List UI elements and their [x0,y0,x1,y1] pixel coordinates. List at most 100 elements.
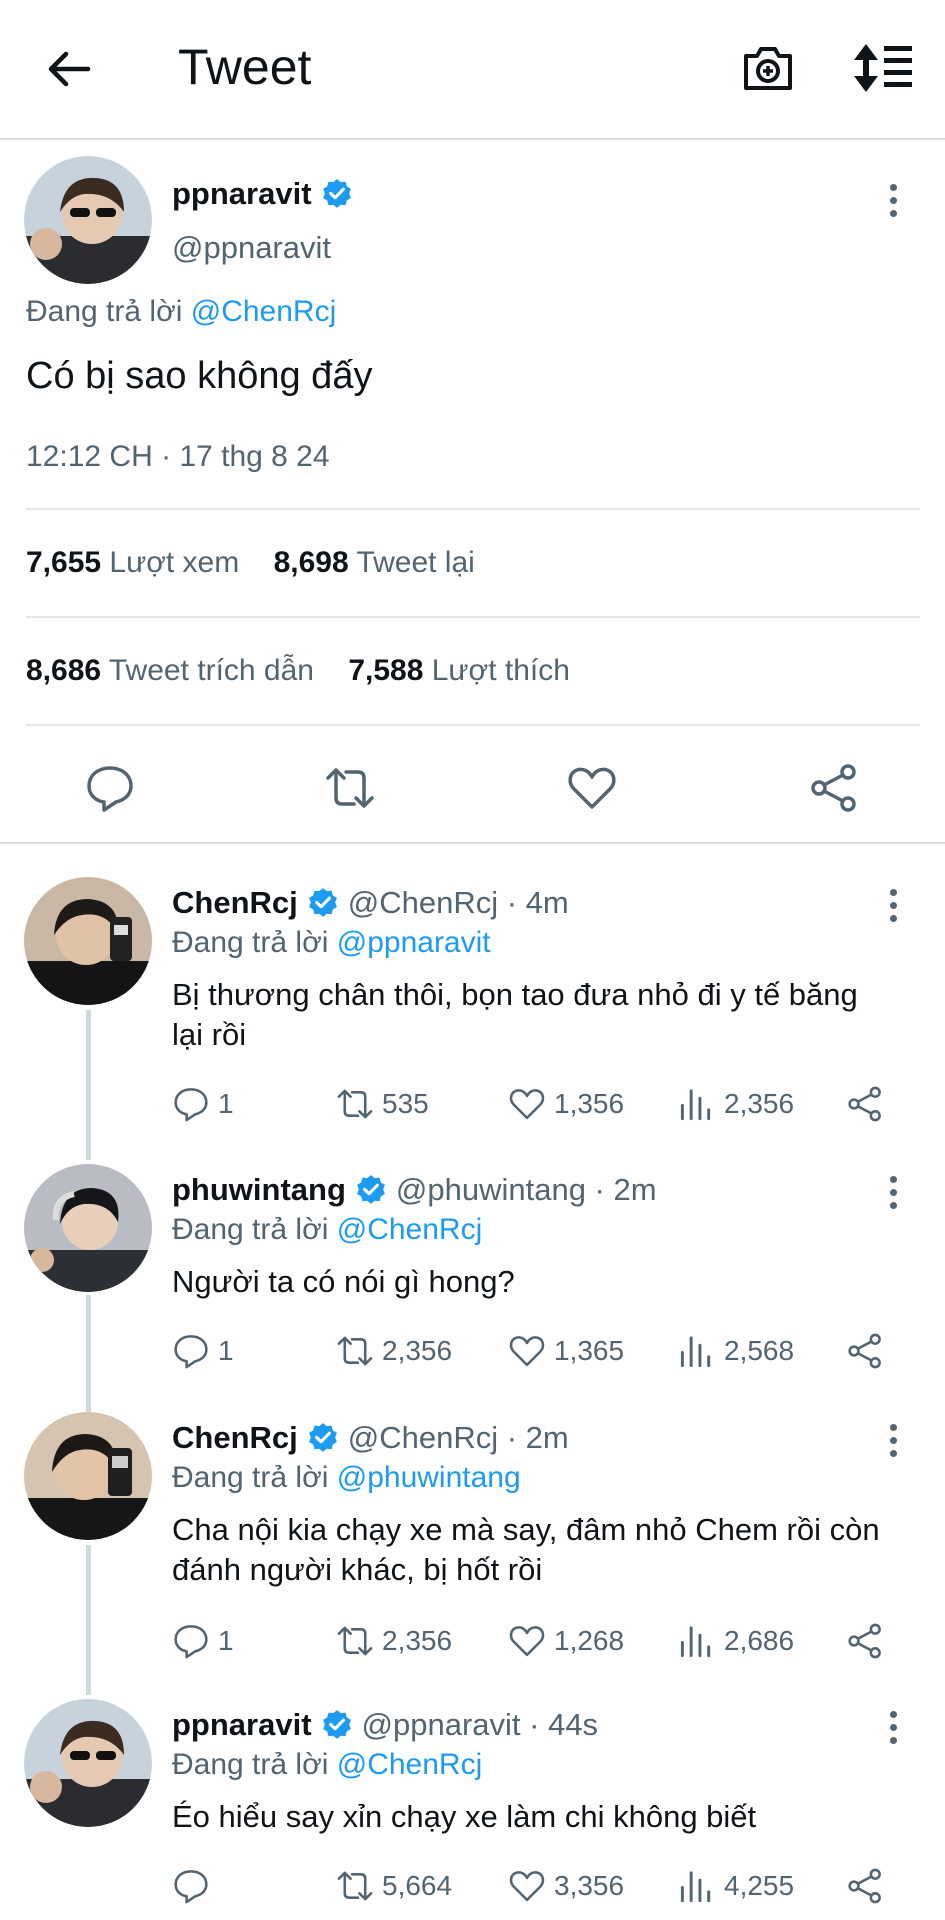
reply-icon [174,1335,208,1369]
share-button[interactable] [846,1085,884,1123]
tweet-timestamp: 12:12 CH · 17 thg 8 24 [26,440,330,473]
reply-header: phuwintang @phuwintang · 2m [172,1172,657,1208]
share-button[interactable] [846,1867,884,1905]
more-options-icon[interactable] [886,1711,900,1751]
like-icon [509,1336,545,1367]
reply-header: ChenRcj @ChenRcj · 4m [172,885,569,921]
avatar[interactable] [24,156,152,284]
replying-to: Đang trả lời @ChenRcj [172,1213,483,1246]
verified-badge-icon [322,1710,351,1739]
like-icon [509,1626,545,1657]
stats-row-1: 7,655 Lượt xem 8,698 Tweet lại [26,546,475,580]
analytics-icon [680,1871,711,1903]
like-button[interactable]: 1,356 [508,1085,624,1123]
author-handle-time: @ChenRcj · 4m [347,885,569,920]
reply-button[interactable]: 1 [172,1085,234,1123]
retweet-button[interactable]: 535 [336,1085,429,1123]
author-handle[interactable]: @ppnaravit [172,230,331,266]
camera-icon[interactable] [742,42,794,94]
author-name[interactable]: ppnaravit [172,1707,312,1743]
tweet-text: Có bị sao không đấy [26,355,373,397]
more-options-icon[interactable] [886,889,900,929]
action-bar [0,740,945,840]
retweet-icon[interactable] [324,762,376,814]
more-options-icon[interactable] [886,1424,900,1464]
retweet-icon [337,1089,373,1119]
stats-row-2: 8,686 Tweet trích dẫn 7,588 Lượt thích [26,654,570,688]
like-icon[interactable] [566,762,618,814]
reply-action-bar: 1 535 1,356 2,356 [172,1085,892,1129]
likes-stat[interactable]: 7,588 Lượt thích [348,654,570,687]
reply-icon [174,1870,208,1904]
thread-connector [86,1010,91,1160]
analytics-icon [680,1089,711,1121]
author-name[interactable]: ChenRcj [172,1420,298,1456]
reply-header: ppnaravit @ppnaravit · 44s [172,1707,598,1743]
author-handle-time: @phuwintang · 2m [395,1172,657,1207]
reply-button[interactable]: 1 [172,1332,234,1370]
replying-to: Đang trả lời @ChenRcj [26,295,337,328]
retweet-button[interactable]: 5,664 [336,1867,452,1905]
share-icon [848,1623,881,1659]
divider [26,616,920,618]
author-handle-time: @ChenRcj · 2m [347,1420,569,1455]
reply-icon [174,1625,208,1659]
retweet-icon [337,1871,373,1901]
quotes-stat[interactable]: 8,686 Tweet trích dẫn [26,654,314,687]
back-arrow-icon[interactable] [44,44,94,94]
share-icon [848,1333,881,1369]
reply-icon[interactable] [84,762,136,814]
share-button[interactable] [846,1622,884,1660]
replying-to: Đang trả lời @phuwintang [172,1461,521,1494]
reply-action-bar: 1 2,356 1,268 2,686 [172,1622,892,1666]
views-stat[interactable]: 7,655 Lượt xem [26,546,239,579]
mention-link[interactable]: @ChenRcj [337,1213,483,1246]
reply-button[interactable] [172,1867,218,1905]
avatar[interactable] [24,877,152,1005]
like-icon [509,1089,545,1120]
more-options-icon[interactable] [886,184,900,224]
tweet-text: Cha nội kia chạy xe mà say, đâm nhỏ Chem… [172,1512,880,1587]
analytics-icon [680,1336,711,1368]
mention-link[interactable]: @ChenRcj [191,295,337,328]
retweets-stat[interactable]: 8,698 Tweet lại [274,546,475,579]
divider [26,724,920,726]
mention-link[interactable]: @phuwintang [337,1461,521,1494]
section-divider [0,842,945,844]
tweet-text: Éo hiểu say xỉn chạy xe làm chi không bi… [172,1799,757,1834]
mention-link[interactable]: @ppnaravit [337,926,491,959]
retweet-button[interactable]: 2,356 [336,1622,452,1660]
reply-action-bar: 1 2,356 1,365 2,568 [172,1332,892,1376]
avatar[interactable] [24,1412,152,1540]
reply-button[interactable]: 1 [172,1622,234,1660]
views-button[interactable]: 2,356 [678,1085,794,1123]
author-name[interactable]: ChenRcj [172,885,298,921]
reply-icon [174,1088,208,1122]
top-app-bar: Tweet [0,0,945,140]
retweet-icon [337,1626,373,1656]
author-name[interactable]: phuwintang [172,1172,346,1208]
avatar[interactable] [24,1164,152,1292]
tweet-text: Người ta có nói gì hong? [172,1264,515,1299]
mention-link[interactable]: @ChenRcj [337,1748,483,1781]
views-button[interactable]: 2,568 [678,1332,794,1370]
views-button[interactable]: 4,255 [678,1867,794,1905]
like-icon [509,1871,545,1902]
author-name[interactable]: ppnaravit [172,176,354,212]
more-options-icon[interactable] [886,1176,900,1216]
retweet-button[interactable]: 2,356 [336,1332,452,1370]
reply-action-bar: 5,664 3,356 4,255 [172,1867,892,1911]
avatar[interactable] [24,1699,152,1827]
tweet-text: Bị thương chân thôi, bọn tao đưa nhỏ đi … [172,977,858,1052]
like-button[interactable]: 1,268 [508,1622,624,1660]
sort-icon[interactable] [852,42,914,94]
like-button[interactable]: 3,356 [508,1867,624,1905]
share-icon[interactable] [808,762,860,814]
verified-badge-icon [357,1175,385,1204]
like-button[interactable]: 1,365 [508,1332,624,1370]
views-button[interactable]: 2,686 [678,1622,794,1660]
page-title: Tweet [178,39,312,95]
share-button[interactable] [846,1332,884,1370]
verified-badge-icon [308,1423,337,1452]
replying-to: Đang trả lời @ppnaravit [172,926,491,959]
